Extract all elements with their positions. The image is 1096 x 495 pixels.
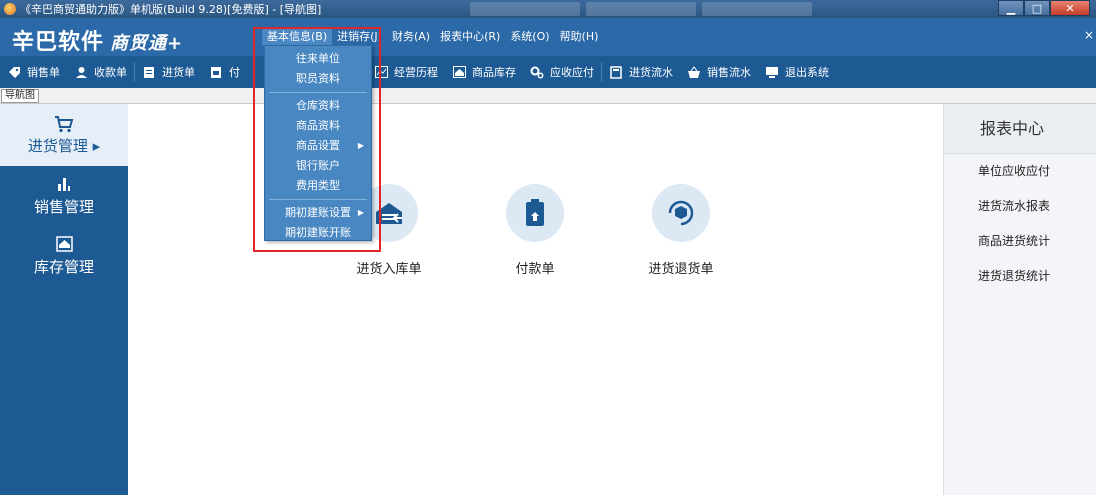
left-nav: 进货管理 ▸ 销售管理 库存管理 <box>0 104 128 495</box>
menu-item-opening-start[interactable]: 期初建账开账 <box>265 223 371 243</box>
report-center-title: 报表中心 <box>944 104 1096 154</box>
toolbar-label: 进货流水 <box>629 66 673 79</box>
toolbar: 销售单 收款单 进货单 付 经营历程 商品库存 应收应付 进货流水 销售流水 退… <box>0 56 1096 88</box>
toolbar-sales-order-button[interactable]: 销售单 <box>0 56 67 88</box>
title-bar: 《辛巴商贸通助力版》单机版(Build 9.28)[免费版] - [导航图] ▁… <box>0 0 1096 18</box>
basic-info-dropdown: 往来单位 职员资料 仓库资料 商品资料 商品设置 ▶ 银行账户 费用类型 期初建账… <box>264 45 372 241</box>
monitor-icon <box>765 65 779 79</box>
menu-basic-info[interactable]: 基本信息(B) <box>262 29 333 45</box>
menu-finance[interactable]: 财务(A) <box>387 29 435 45</box>
menu-item-label: 期初建账设置 <box>285 206 351 219</box>
menu-item-bank-account[interactable]: 银行账户 <box>265 156 371 176</box>
menu-system[interactable]: 系统(O) <box>505 29 554 45</box>
tab-navigation-map[interactable]: 导航图 <box>1 89 39 103</box>
toolbar-purchase-order-button[interactable]: 进货单 <box>135 56 202 88</box>
window-title: 《辛巴商贸通助力版》单机版(Build 9.28)[免费版] - [导航图] <box>20 3 322 16</box>
list-icon <box>142 65 156 79</box>
submenu-arrow-icon: ▶ <box>357 141 364 150</box>
home-icon <box>55 235 73 256</box>
toolbar-label: 付 <box>229 66 240 79</box>
menu-item-goods-settings[interactable]: 商品设置 ▶ <box>265 136 371 156</box>
menu-item-expense-type[interactable]: 费用类型 <box>265 176 371 196</box>
toolbar-label: 销售流水 <box>707 66 751 79</box>
menu-item-opening-setup[interactable]: 期初建账设置 ▶ <box>265 203 371 223</box>
close-tab-icon[interactable]: × <box>1084 28 1094 42</box>
toolbar-label: 经营历程 <box>394 66 438 79</box>
nav-sales-management[interactable]: 销售管理 <box>0 166 128 226</box>
menu-item-warehouse[interactable]: 仓库资料 <box>265 96 371 116</box>
logo-subtitle: 商贸通+ <box>110 33 184 54</box>
menu-item-contacts[interactable]: 往来单位 <box>265 49 371 69</box>
report-link-purchase-return-stats[interactable]: 进货退货统计 <box>944 259 1096 294</box>
toolbar-receipt-button[interactable]: 收款单 <box>67 56 134 88</box>
report-center-panel: 报表中心 单位应收应付 进货流水报表 商品进货统计 进货退货统计 <box>943 104 1096 495</box>
toolbar-business-history-button[interactable]: 经营历程 <box>367 56 445 88</box>
toolbar-payment-button[interactable]: 付 <box>202 56 247 88</box>
toolbar-label: 应收应付 <box>550 66 594 79</box>
func-purchase-return[interactable]: 进货退货单 <box>631 184 731 277</box>
toolbar-label: 商品库存 <box>472 66 516 79</box>
app-icon <box>4 3 16 15</box>
menu-item-staff[interactable]: 职员资料 <box>265 69 371 89</box>
minimize-button[interactable]: ▁ <box>998 0 1024 16</box>
window-controls: ▁ □ ✕ <box>998 0 1090 16</box>
toolbar-label: 销售单 <box>27 66 60 79</box>
main-content: 进货入库单 付款单 进货退货单 <box>128 104 943 495</box>
app-logo: 辛巴软件 商贸通+ <box>12 24 183 56</box>
func-label: 进货退货单 <box>648 262 714 277</box>
warehouse-icon <box>452 65 466 79</box>
toolbar-receivable-payable-button[interactable]: 应收应付 <box>523 56 601 88</box>
close-button[interactable]: ✕ <box>1050 0 1090 16</box>
toolbar-exit-button[interactable]: 退出系统 <box>758 56 836 88</box>
chart-icon <box>374 65 388 79</box>
menu-item-goods[interactable]: 商品资料 <box>265 116 371 136</box>
nav-stock-management[interactable]: 库存管理 <box>0 226 128 286</box>
book-icon <box>609 65 623 79</box>
report-link-goods-purchase-stats[interactable]: 商品进货统计 <box>944 224 1096 259</box>
bar-chart-icon <box>56 176 72 196</box>
logo-text: 辛巴软件 <box>12 30 105 55</box>
report-link-purchase-flow[interactable]: 进货流水报表 <box>944 189 1096 224</box>
menu-separator <box>269 199 367 200</box>
app-header: 辛巴软件 商贸通+ 基本信息(B) 进销存(J) 财务(A) 报表中心(R) 系统… <box>0 18 1096 56</box>
cart-icon <box>54 115 74 135</box>
toolbar-stock-button[interactable]: 商品库存 <box>445 56 523 88</box>
menu-inventory[interactable]: 进销存(J) <box>332 29 387 45</box>
nav-label: 库存管理 <box>33 257 94 276</box>
menu-bar: 基本信息(B) 进销存(J) 财务(A) 报表中心(R) 系统(O) 帮助(H) <box>262 29 603 45</box>
toolbar-label: 收款单 <box>94 66 127 79</box>
toolbar-sales-flow-button[interactable]: 销售流水 <box>680 56 758 88</box>
gears-icon <box>530 65 544 79</box>
background-tabs <box>470 2 812 16</box>
basket-icon <box>687 65 701 79</box>
menu-help[interactable]: 帮助(H) <box>555 29 604 45</box>
return-icon <box>652 184 710 242</box>
toolbar-purchase-flow-button[interactable]: 进货流水 <box>602 56 680 88</box>
submenu-arrow-icon: ▶ <box>357 208 364 217</box>
nav-purchase-management[interactable]: 进货管理 ▸ <box>0 104 128 166</box>
toolbar-label: 进货单 <box>162 66 195 79</box>
payment-icon <box>506 184 564 242</box>
user-money-icon <box>74 65 88 79</box>
menu-item-label: 商品设置 <box>296 139 340 152</box>
func-label: 付款单 <box>515 262 555 277</box>
maximize-button[interactable]: □ <box>1024 0 1050 16</box>
menu-separator <box>269 92 367 93</box>
nav-label: 进货管理 ▸ <box>27 136 101 155</box>
document-icon <box>209 65 223 79</box>
report-link-receivable-payable[interactable]: 单位应收应付 <box>944 154 1096 189</box>
toolbar-label: 退出系统 <box>785 66 829 79</box>
func-label: 进货入库单 <box>356 262 422 277</box>
menu-reports[interactable]: 报表中心(R) <box>435 29 505 45</box>
tag-icon <box>7 65 21 79</box>
func-payment-voucher[interactable]: 付款单 <box>485 184 585 277</box>
tab-strip: 导航图 <box>0 88 1096 104</box>
nav-label: 销售管理 <box>33 197 94 216</box>
